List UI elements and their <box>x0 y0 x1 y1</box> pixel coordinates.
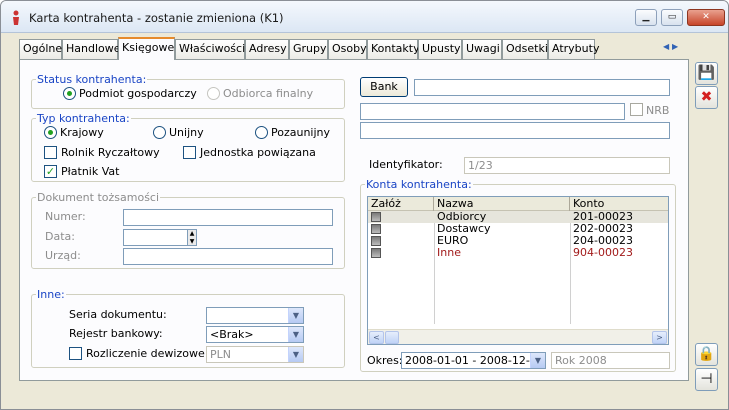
seria-label: Seria dokumentu: <box>69 308 167 321</box>
rejestr-label: Rejestr bankowy: <box>69 327 163 340</box>
radio-pozaunijny-label: Pozaunijny <box>271 126 331 139</box>
chevron-down-icon: ▼ <box>288 347 303 362</box>
table-header: Załóż konto Nazwa Konto <box>368 197 668 223</box>
maximize-button[interactable]: ▭ <box>661 9 683 26</box>
konta-group-label: Konta kontrahenta: <box>365 178 473 191</box>
checkbox-platnik[interactable]: ✓ <box>44 165 57 178</box>
chevron-down-icon[interactable]: ▼ <box>530 353 545 368</box>
bank-input[interactable] <box>414 79 670 96</box>
numer-label: Numer: <box>45 210 86 223</box>
tab-wlasciwosci[interactable]: Właściwości <box>175 39 245 59</box>
horizontal-scrollbar[interactable]: < > <box>368 329 668 344</box>
lock-button[interactable]: 🔒 <box>695 343 718 366</box>
identyfikator-label: Identyfikator: <box>369 158 443 171</box>
rejestr-select[interactable]: <Brak> ▼ <box>206 326 304 343</box>
row-marker[interactable] <box>371 236 381 246</box>
column-header-konto[interactable]: Konto <box>570 197 668 211</box>
tab-scroll-right-icon[interactable]: ▶ <box>672 42 678 51</box>
okres-select[interactable]: 2008-01-01 - 2008-12-31 ▼ <box>401 352 546 369</box>
row-marker[interactable] <box>371 248 381 258</box>
tab-adresy[interactable]: Adresy <box>245 39 289 59</box>
checkbox-jednostka-label: Jednostka powiązana <box>200 146 316 159</box>
save-icon: 💾 <box>697 65 716 81</box>
pin-icon: ⊣ <box>700 371 713 387</box>
radio-unijny-label: Unijny <box>169 126 204 139</box>
row-nazwa: Inne <box>437 246 461 259</box>
radio-odbiorca <box>207 87 220 100</box>
close-button[interactable]: ✕ <box>687 9 725 26</box>
checkbox-rozliczenie-label: Rozliczenie dewizowe <box>86 347 205 360</box>
data-label: Data: <box>45 230 75 243</box>
tab-odsetki[interactable]: Odsetki <box>502 39 548 59</box>
radio-podmiot-label: Podmiot gospodarczy <box>79 87 197 100</box>
scroll-right-icon[interactable]: > <box>652 331 667 344</box>
dokument-group-label: Dokument tożsamości <box>36 191 161 204</box>
radio-podmiot[interactable] <box>63 87 76 100</box>
cancel-button[interactable]: ✖ <box>695 86 718 109</box>
minimize-button[interactable]: ▁ <box>635 9 657 26</box>
checkbox-jednostka[interactable] <box>183 146 196 159</box>
status-group-label: Status kontrahenta: <box>36 73 148 86</box>
radio-krajowy-label: Krajowy <box>60 126 104 139</box>
window: Karta kontrahenta - zostanie zmieniona (… <box>0 0 729 410</box>
tab-upusty[interactable]: Upusty <box>418 39 462 59</box>
numer-input[interactable] <box>123 209 333 226</box>
column-header-zaloz[interactable]: Załóż konto <box>368 197 434 223</box>
window-title: Karta kontrahenta - zostanie zmieniona (… <box>29 11 284 25</box>
checkbox-rozliczenie[interactable] <box>69 347 82 360</box>
scroll-thumb[interactable] <box>385 331 399 344</box>
date-spinner[interactable]: ▲ ▼ <box>187 229 197 246</box>
checkbox-nrb-label: NRB <box>646 104 670 117</box>
tab-osoby[interactable]: Osoby <box>328 39 367 59</box>
title-bar: Karta kontrahenta - zostanie zmieniona (… <box>1 1 728 33</box>
waluta-select: PLN ▼ <box>206 346 304 363</box>
app-icon <box>13 10 19 25</box>
tab-kontakty[interactable]: Kontakty <box>367 39 420 59</box>
typ-group-label: Typ kontrahenta: <box>36 112 131 125</box>
bank-button[interactable]: Bank <box>360 77 408 97</box>
konta-table: Załóż konto Nazwa Konto Odbiorcy 201-000… <box>367 196 669 345</box>
tab-scroll-left-icon[interactable]: ◀ <box>663 42 669 51</box>
urzad-input[interactable] <box>123 248 333 265</box>
tab-uwagi[interactable]: Uwagi <box>462 39 502 59</box>
row-konto: 904-00023 <box>573 246 633 259</box>
radio-odbiorca-label: Odbiorca finalny <box>223 87 314 100</box>
radio-pozaunijny[interactable] <box>255 126 268 139</box>
identyfikator-input: 1/23 <box>464 157 670 174</box>
data-input[interactable] <box>123 229 197 246</box>
checkbox-rolnik[interactable] <box>44 146 57 159</box>
inne-group-label: Inne: <box>36 288 66 301</box>
account-extra-input[interactable] <box>360 122 670 139</box>
row-marker[interactable] <box>371 212 381 222</box>
checkbox-rolnik-label: Rolnik Ryczałtowy <box>61 146 160 159</box>
table-row[interactable]: Inne 904-00023 <box>368 247 668 259</box>
lock-icon: 🔒 <box>697 346 716 362</box>
pin-button[interactable]: ⊣ <box>695 368 718 391</box>
radio-krajowy[interactable] <box>44 126 57 139</box>
tab-atrybuty[interactable]: Atrybuty <box>548 39 599 59</box>
rok-input: Rok 2008 <box>551 352 670 369</box>
scroll-left-icon[interactable]: < <box>369 331 384 344</box>
row-marker[interactable] <box>371 224 381 234</box>
cancel-icon: ✖ <box>700 89 713 105</box>
radio-unijny[interactable] <box>153 126 166 139</box>
checkbox-nrb[interactable] <box>630 103 643 116</box>
seria-select[interactable]: ▼ <box>206 307 304 324</box>
tab-ksiegowe[interactable]: Księgowe <box>118 37 175 60</box>
chevron-down-icon[interactable]: ▼ <box>288 308 303 323</box>
checkbox-platnik-label: Płatnik Vat <box>61 165 120 178</box>
urzad-label: Urząd: <box>45 249 81 262</box>
tab-handlowe[interactable]: Handlowe <box>62 39 121 59</box>
tab-grupy[interactable]: Grupy <box>289 39 328 59</box>
tab-ogolne[interactable]: Ogólne <box>19 39 62 59</box>
okres-label: Okres: <box>367 354 403 367</box>
account-input[interactable] <box>360 103 625 120</box>
column-header-nazwa[interactable]: Nazwa <box>434 197 570 211</box>
save-button[interactable]: 💾 <box>695 62 718 85</box>
chevron-down-icon[interactable]: ▼ <box>288 327 303 342</box>
